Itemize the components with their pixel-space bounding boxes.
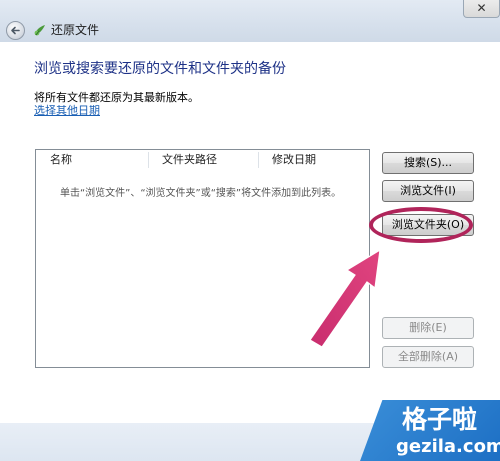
- watermark-name: 格子啦: [402, 405, 478, 434]
- watermark-url: gezila.com: [396, 436, 500, 457]
- annotation-arrow-icon: [309, 248, 381, 348]
